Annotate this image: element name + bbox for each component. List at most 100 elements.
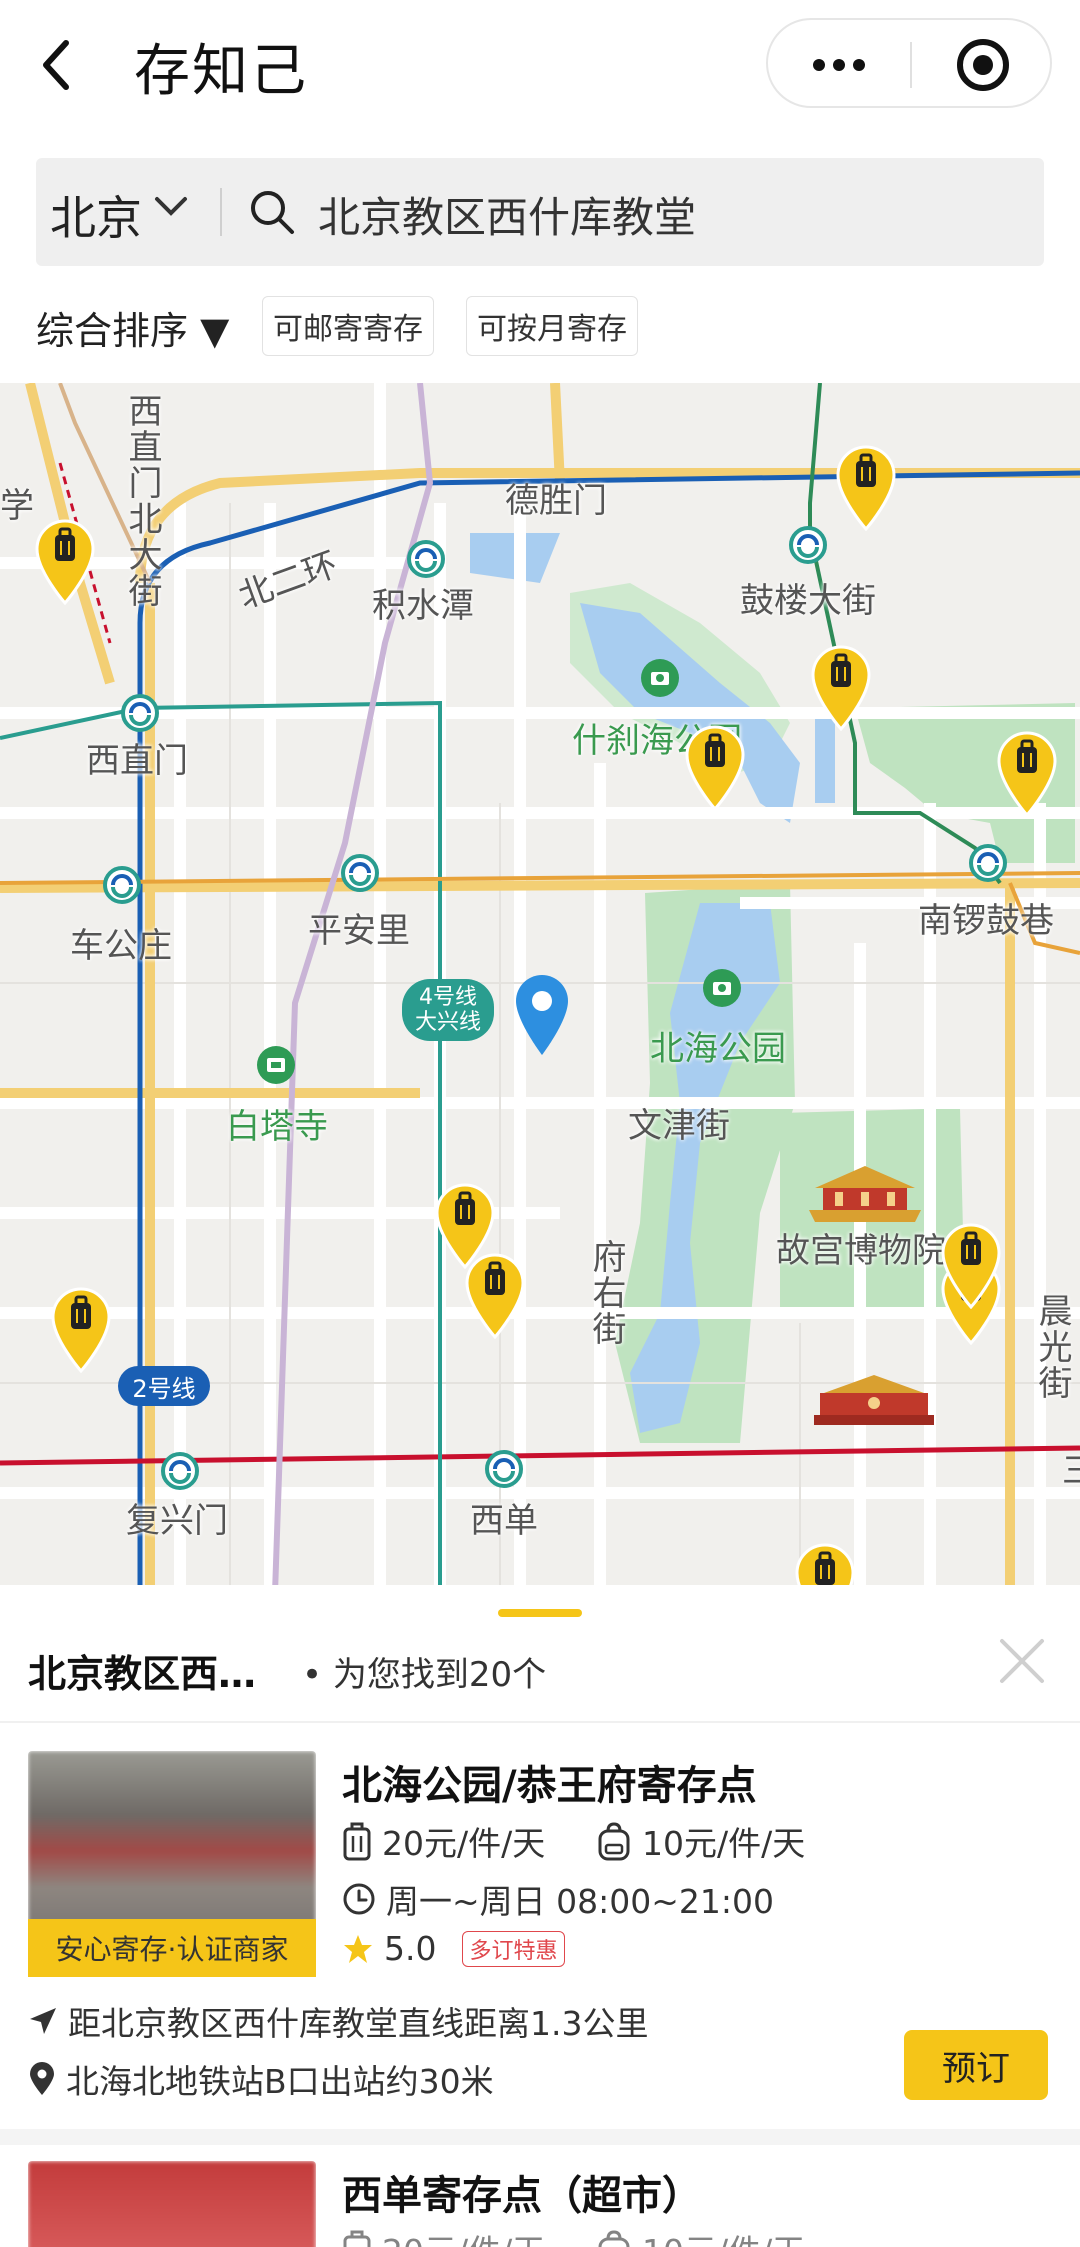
map-label-gugong: 故宫博物院 (776, 1231, 946, 1271)
metro-station-icon[interactable] (340, 853, 380, 893)
price-bag: 10元/件/天 (596, 1817, 805, 1865)
close-miniprogram-button[interactable] (912, 20, 1054, 110)
store-thumbnail[interactable] (28, 2161, 316, 2247)
storage-pin-icon[interactable] (996, 731, 1058, 817)
storage-pin-icon[interactable] (50, 1287, 112, 1373)
chevron-left-icon (43, 40, 69, 90)
miniprogram-capsule (766, 18, 1052, 108)
nav-header: 存知己 (0, 0, 1080, 140)
map-label-san: 三 (1062, 1451, 1080, 1491)
map-label-fuxingmen: 复兴门 (126, 1501, 228, 1541)
filter-chip-monthly[interactable]: 可按月寄存 (466, 296, 638, 356)
price-suitcase: 20元/件/天 (342, 2225, 545, 2247)
suitcase-icon (343, 2230, 371, 2247)
price-bag-text: 10元/件/天 (642, 2225, 805, 2247)
price-bag-text: 10元/件/天 (642, 1824, 806, 1863)
search-divider (220, 188, 222, 236)
map-label-xidan: 西单 (470, 1501, 538, 1541)
park-camera-icon (641, 659, 679, 697)
sheet-drag-handle[interactable] (498, 1609, 582, 1617)
map-label-xizhimen-bei: 西直门北大街 (122, 393, 162, 609)
metro-station-icon[interactable] (406, 539, 446, 579)
navigation-arrow-icon (30, 2008, 56, 2034)
price-suitcase: 20元/件/天 (342, 1817, 545, 1865)
more-button[interactable] (768, 20, 910, 110)
backpack-icon (598, 1822, 630, 1861)
store-name[interactable]: 西单寄存点（超市） (342, 2163, 702, 2221)
close-icon[interactable] (996, 1635, 1048, 1687)
metro-station-icon[interactable] (968, 843, 1008, 883)
line4-badge: 4号线 大兴线 (402, 979, 494, 1041)
page-title: 存知己 (134, 39, 308, 104)
temple-icon (257, 1046, 295, 1084)
card-divider (0, 2129, 1080, 2145)
distance-row: 距北京教区西什库教堂直线距离1.3公里 (28, 1997, 648, 2045)
search-icon (251, 191, 294, 234)
location-text: 北海北地铁站B口出站约30米 (66, 2062, 494, 2101)
map-label-xue: 学 (0, 486, 34, 526)
certified-badge: 安心寄存·认证商家 (28, 1919, 316, 1977)
price-suitcase-text: 20元/件/天 (382, 1824, 546, 1863)
distance-text: 距北京教区西什库教堂直线距离1.3公里 (68, 2004, 649, 2043)
book-button[interactable]: 预订 (904, 2030, 1048, 2100)
park-camera-icon (703, 969, 741, 1007)
map-label-nanluoguxiang: 南锣鼓巷 (918, 901, 1054, 941)
store-thumbnail[interactable] (28, 1751, 316, 1933)
line2-badge: 2号线 (118, 1366, 210, 1406)
store-name[interactable]: 北海公园/恭王府寄存点 (342, 1753, 757, 1811)
more-dot-icon (833, 59, 845, 71)
tiananmen-icon (814, 1375, 934, 1425)
rating-row: 5.0 多订特惠 (342, 1929, 565, 1968)
search-input[interactable]: 北京教区西什库教堂 (318, 184, 696, 245)
rating-value: 5.0 (384, 1929, 437, 1968)
location-row: 北海北地铁站B口出站约30米 (28, 2055, 494, 2103)
chevron-down-icon[interactable] (154, 196, 188, 218)
metro-station-icon[interactable] (102, 865, 142, 905)
metro-station-icon[interactable] (484, 1449, 524, 1489)
map-label-pinganli: 平安里 (308, 911, 410, 951)
result-count: • 为您找到20个 (302, 1655, 547, 1695)
storage-pin-icon[interactable] (940, 1223, 1002, 1309)
location-pin-icon[interactable] (512, 971, 572, 1057)
opening-hours: 周一~周日 08:00~21:00 (342, 1875, 774, 1923)
map-label-xizhimen: 西直门 (86, 741, 188, 781)
map-label-gulou: 鼓楼大街 (740, 581, 876, 621)
map-label-chegongzhuang: 车公庄 (70, 926, 172, 966)
target-icon (957, 39, 1009, 91)
hours-text: 周一~周日 08:00~21:00 (386, 1882, 774, 1921)
sort-dropdown[interactable]: 综合排序 ▼ (36, 300, 229, 355)
sheet-title: 北京教区西… (28, 1652, 257, 1696)
filter-chip-mail[interactable]: 可邮寄寄存 (262, 296, 434, 356)
metro-station-icon[interactable] (120, 693, 160, 733)
metro-station-icon[interactable] (160, 1451, 200, 1491)
map-view[interactable]: 德胜门 积水潭 北二环 鼓楼大街 西直门 什刹海公园 车公庄 平安里 南锣鼓巷 … (0, 383, 1080, 1593)
search-bar: 北京 北京教区西什库教堂 (36, 158, 1044, 266)
more-dot-icon (853, 59, 865, 71)
price-suitcase-text: 20元/件/天 (382, 2225, 545, 2247)
map-label-chenguangjie: 晨光街 (1032, 1293, 1072, 1401)
location-icon (30, 2062, 54, 2095)
storage-pin-icon[interactable] (835, 445, 897, 531)
results-sheet: 北京教区西… • 为您找到20个 安心寄存·认证商家 北海公园/恭王府寄存点 2… (0, 1585, 1080, 2247)
city-selector[interactable]: 北京 (50, 182, 142, 248)
more-dot-icon (813, 59, 825, 71)
price-bag: 10元/件/天 (596, 2225, 805, 2247)
star-icon (344, 1934, 372, 1963)
forbidden-city-icon (809, 1166, 921, 1222)
storage-pin-icon[interactable] (464, 1253, 526, 1339)
clock-icon (343, 1883, 375, 1915)
back-button[interactable] (36, 30, 96, 100)
storage-pin-icon[interactable] (810, 645, 872, 731)
metro-station-icon[interactable] (788, 525, 828, 565)
map-label-baitasi: 白塔寺 (226, 1107, 328, 1147)
map-label-jishuitan: 积水潭 (372, 586, 474, 626)
backpack-icon (598, 2230, 630, 2247)
storage-pin-icon[interactable] (684, 725, 746, 811)
divider (0, 1721, 1080, 1723)
suitcase-icon (343, 1822, 371, 1861)
map-label-fuyoujie: 府右街 (586, 1239, 626, 1347)
storage-pin-icon[interactable] (34, 519, 96, 605)
map-label-deshengmen: 德胜门 (505, 481, 607, 521)
app-root: 存知己 北京 北京教区西什库教堂 综合排序 ▼ 可邮寄寄存 可按月寄存 德胜门 … (0, 0, 1080, 2247)
map-label-beihai: 北海公园 (650, 1029, 786, 1069)
